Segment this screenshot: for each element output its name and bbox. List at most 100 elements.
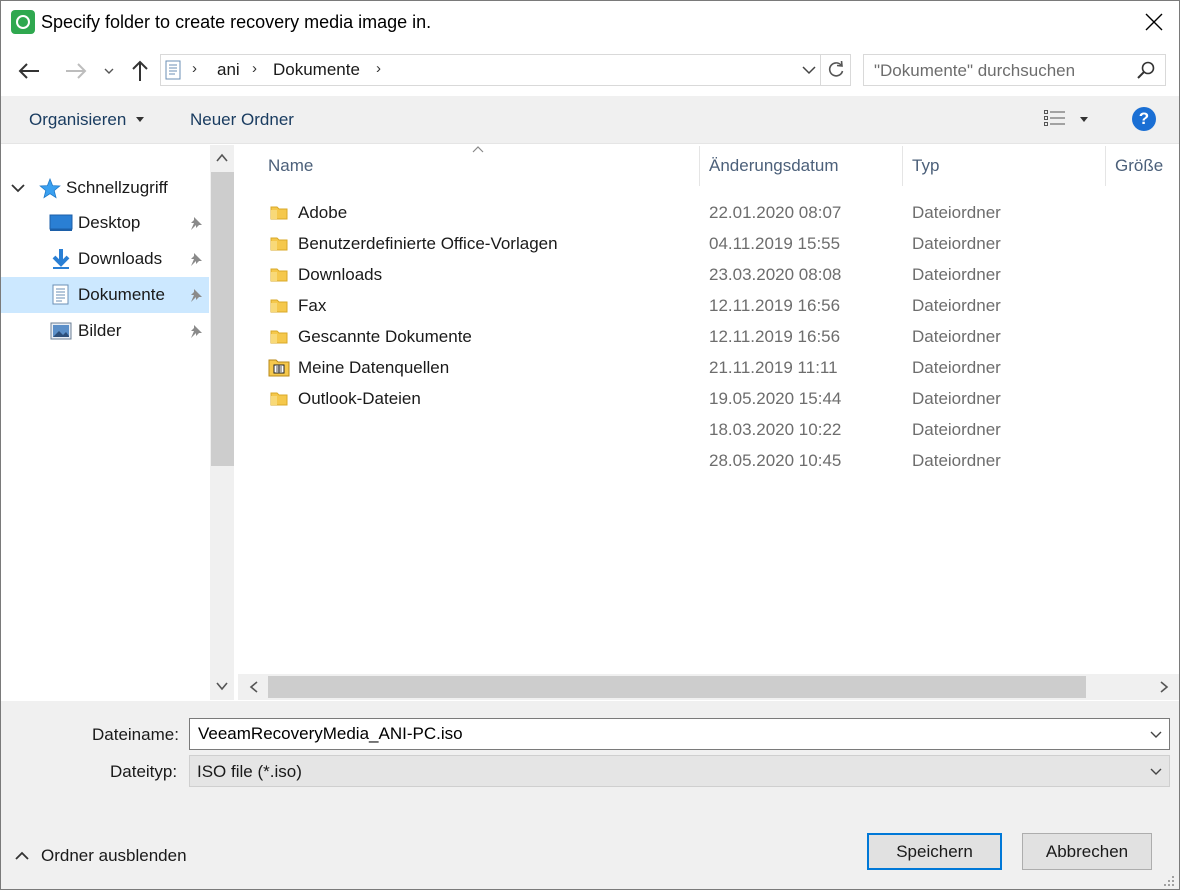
view-options-button[interactable] <box>1043 108 1067 130</box>
file-date: 12.11.2019 16:56 <box>709 327 841 346</box>
pin-icon[interactable] <box>189 288 203 302</box>
scrollbar-thumb[interactable] <box>211 172 234 466</box>
close-icon <box>1145 13 1163 31</box>
filetype-select[interactable] <box>189 755 1170 787</box>
sidebar-item-downloads[interactable]: Downloads <box>1 241 209 277</box>
cancel-button[interactable]: Abbrechen <box>1022 833 1152 870</box>
file-name: Gescannte Dokumente <box>298 327 472 346</box>
chevron-down-icon <box>1150 768 1162 775</box>
file-row[interactable]: Outlook-Dateien 19.05.2020 15:44 Dateior… <box>258 383 1158 414</box>
filename-label: Dateiname: <box>92 725 179 744</box>
arrow-right-icon <box>66 63 87 79</box>
file-name: Meine Datenquellen <box>298 358 450 377</box>
pin-icon[interactable] <box>189 324 203 338</box>
address-history-dropdown[interactable] <box>798 56 820 84</box>
up-button[interactable] <box>128 58 152 84</box>
sidebar-item-bilder[interactable]: Bilder <box>1 313 209 349</box>
breadcrumb-chevron-icon[interactable]: › <box>376 60 381 77</box>
scroll-down-button[interactable] <box>214 678 230 694</box>
filetype-dropdown[interactable] <box>1146 761 1166 781</box>
file-type: Dateiordner <box>912 389 1001 408</box>
file-date: 19.05.2020 15:44 <box>709 389 842 408</box>
close-button[interactable] <box>1130 1 1178 43</box>
navigation-pane: Schnellzugriff Desktop Downloads Dokumen… <box>1 145 209 700</box>
caret-down-icon[interactable] <box>1080 117 1088 122</box>
sidebar-item-dokumente[interactable]: Dokumente <box>1 277 209 313</box>
column-header-name[interactable]: Name <box>268 156 313 176</box>
command-toolbar <box>1 96 1179 144</box>
sidebar-item-desktop[interactable]: Desktop <box>1 205 209 241</box>
file-name: Benutzerdefinierte Office-Vorlagen <box>298 234 558 253</box>
file-row[interactable]: Meine Datenquellen 21.11.2019 11:11 Date… <box>258 352 1158 383</box>
chevron-down-icon <box>104 68 114 74</box>
file-type: Dateiordner <box>912 451 1001 470</box>
file-row[interactable]: 18.03.2020 10:22 Dateiordner <box>258 414 1158 445</box>
scrollbar-thumb[interactable] <box>268 676 1086 698</box>
file-date: 28.05.2020 10:45 <box>709 451 842 470</box>
folder-icon <box>270 206 288 220</box>
scroll-right-button[interactable] <box>1156 679 1172 695</box>
forward-button[interactable] <box>62 58 90 84</box>
chevron-left-icon <box>249 681 258 693</box>
column-divider[interactable] <box>1105 146 1106 186</box>
recent-locations-button[interactable] <box>100 58 118 84</box>
filetype-value: ISO file (*.iso) <box>197 762 302 781</box>
file-row[interactable]: Gescannte Dokumente 12.11.2019 16:56 Dat… <box>258 321 1158 352</box>
help-button[interactable]: ? <box>1132 107 1156 131</box>
back-button[interactable] <box>14 58 44 84</box>
hide-folders-toggle[interactable]: Ordner ausblenden <box>15 846 187 866</box>
resize-grip-icon[interactable] <box>1160 872 1176 888</box>
file-date: 23.03.2020 08:08 <box>709 265 842 284</box>
pin-icon[interactable] <box>189 252 203 266</box>
file-name: Downloads <box>298 265 383 284</box>
breadcrumb-chevron-icon[interactable]: › <box>252 60 257 77</box>
sort-ascending-icon <box>472 146 484 153</box>
address-bar[interactable] <box>160 54 821 86</box>
document-icon <box>52 284 69 305</box>
file-type: Dateiordner <box>912 358 1001 377</box>
file-date: 21.11.2019 11:11 <box>709 358 838 377</box>
arrow-left-icon <box>18 63 39 79</box>
column-header-size[interactable]: Größe <box>1115 156 1163 176</box>
folder-icon <box>270 299 288 313</box>
refresh-icon <box>828 61 843 77</box>
organize-button[interactable]: Organisieren <box>29 110 126 130</box>
file-name: Fax <box>298 296 327 315</box>
save-button[interactable]: Speichern <box>867 833 1002 870</box>
column-header-date[interactable]: Änderungsdatum <box>709 156 838 176</box>
file-date: 12.11.2019 16:56 <box>709 296 841 315</box>
pin-icon[interactable] <box>189 216 203 230</box>
sidebar-item-label: Bilder <box>78 321 122 340</box>
file-date: 22.01.2020 08:07 <box>709 203 842 222</box>
file-row[interactable]: 28.05.2020 10:45 Dateiordner <box>258 445 1158 476</box>
breadcrumb-dokumente[interactable]: Dokumente <box>273 60 360 80</box>
column-header-type[interactable]: Typ <box>912 156 939 176</box>
search-placeholder: "Dokumente" durchsuchen <box>874 61 1076 80</box>
sidebar-item-label: Schnellzugriff <box>66 178 168 197</box>
file-row[interactable]: Benutzerdefinierte Office-Vorlagen 04.11… <box>258 228 1158 259</box>
scroll-left-button[interactable] <box>246 679 262 695</box>
file-row[interactable]: Fax 12.11.2019 16:56 Dateiordner <box>258 290 1158 321</box>
refresh-button[interactable] <box>821 54 851 86</box>
search-icon[interactable] <box>1136 60 1156 80</box>
veeam-app-icon <box>11 10 35 34</box>
file-type: Dateiordner <box>912 420 1001 439</box>
file-row[interactable]: Downloads 23.03.2020 08:08 Dateiordner <box>258 259 1158 290</box>
filename-field[interactable] <box>189 718 1170 750</box>
file-date: 04.11.2019 15:55 <box>709 234 841 253</box>
new-folder-button[interactable]: Neuer Ordner <box>190 110 294 130</box>
folder-icon <box>270 237 288 251</box>
filename-history-dropdown[interactable] <box>1146 724 1166 744</box>
breadcrumb-ani[interactable]: ani <box>217 60 240 80</box>
scroll-up-button[interactable] <box>214 150 230 166</box>
window-title: Specify folder to create recovery media … <box>41 12 432 32</box>
caret-down-icon[interactable] <box>136 117 144 122</box>
folder-icon <box>270 330 288 344</box>
column-divider[interactable] <box>699 146 700 186</box>
file-type: Dateiordner <box>912 265 1001 284</box>
sidebar-item-label: Downloads <box>78 249 163 268</box>
column-divider[interactable] <box>902 146 903 186</box>
breadcrumb-chevron-icon[interactable]: › <box>192 60 197 77</box>
file-row[interactable]: Adobe 22.01.2020 08:07 Dateiordner <box>258 197 1158 228</box>
sidebar-item-quick-access[interactable]: Schnellzugriff <box>1 170 209 206</box>
